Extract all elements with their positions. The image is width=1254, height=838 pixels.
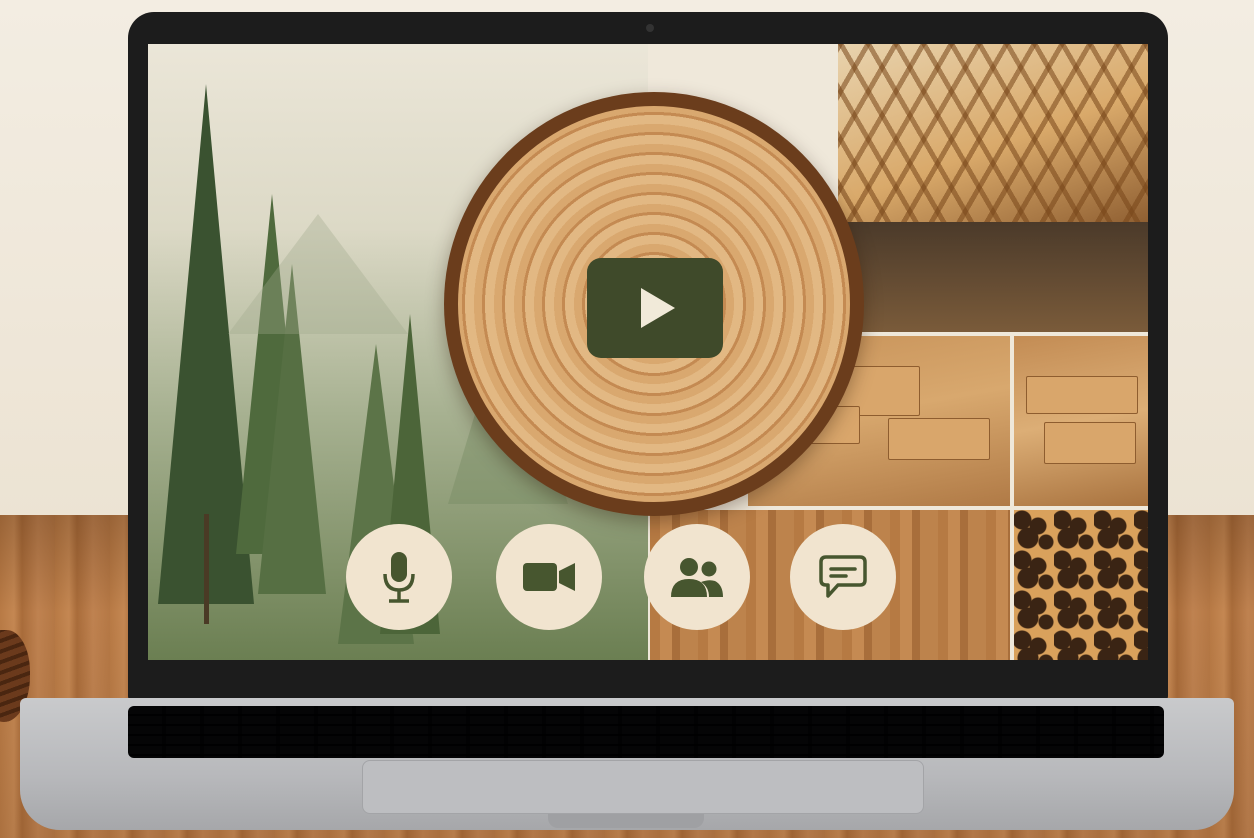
- timber-benches-image: [1014, 336, 1148, 506]
- timber-lattice-canopy-image: [838, 44, 1148, 332]
- participants-icon: [671, 558, 723, 597]
- participants-button[interactable]: [644, 524, 750, 630]
- keyboard: [128, 706, 1164, 758]
- microphone-button[interactable]: [346, 524, 452, 630]
- chat-button[interactable]: [790, 524, 896, 630]
- webcam: [646, 24, 654, 32]
- wood-pattern-image: [1014, 510, 1148, 660]
- video-camera-icon: [523, 563, 575, 591]
- play-icon: [641, 288, 675, 328]
- play-button[interactable]: [587, 258, 723, 358]
- microphone-icon: [383, 552, 415, 603]
- video-call-screen: [148, 44, 1148, 660]
- trackpad: [362, 760, 924, 814]
- chat-bubble-icon: [819, 555, 867, 598]
- camera-button[interactable]: [496, 524, 602, 630]
- lid-notch: [548, 814, 704, 828]
